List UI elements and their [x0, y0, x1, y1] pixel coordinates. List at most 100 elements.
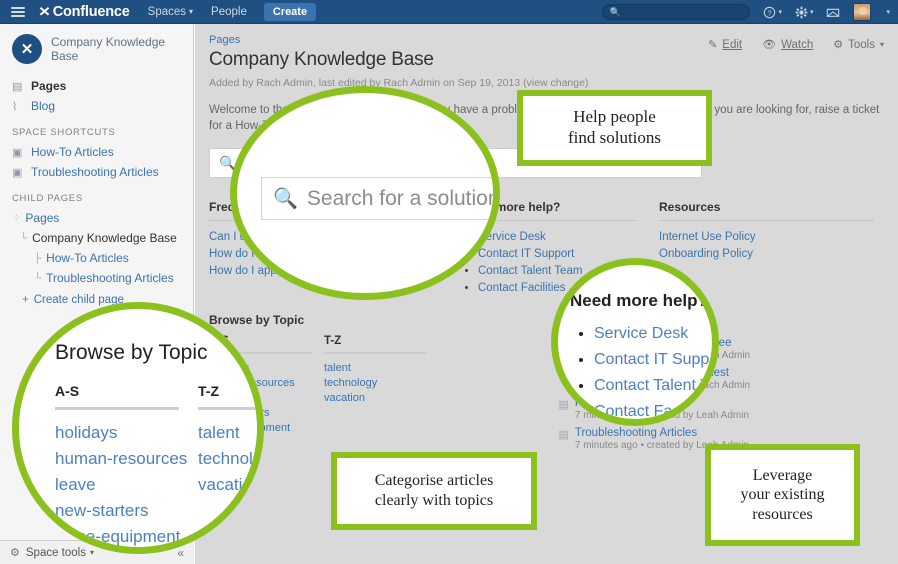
- child-pages-heading: CHILD PAGES: [12, 193, 83, 204]
- space-tools-label[interactable]: Space tools: [26, 547, 86, 559]
- topic-list-t-z: talent technology vacation: [324, 361, 439, 406]
- divider: [324, 352, 427, 354]
- list-item[interactable]: talent: [324, 361, 439, 376]
- nav-item-people[interactable]: People: [211, 6, 247, 18]
- gear-icon: ⚙: [833, 39, 844, 51]
- confluence-logo[interactable]: ✕ Confluence: [38, 3, 130, 20]
- divider: [209, 352, 312, 354]
- tree-branch-icon: └: [34, 272, 42, 284]
- chevron-down-icon[interactable]: ▾: [90, 548, 94, 557]
- confluence-logo-icon: ✕: [38, 3, 51, 19]
- list-item[interactable]: ▤ Printer flashes red 7 minutes ago • cr…: [558, 397, 884, 421]
- list-item[interactable]: holidays: [209, 361, 324, 376]
- chevron-down-icon: ▾: [189, 6, 194, 16]
- article-title[interactable]: Cannot create a leave request: [575, 367, 750, 379]
- topic-columns: A-S holidays human-resources leave new-s…: [209, 335, 540, 466]
- solution-search-box[interactable]: 🔍: [209, 148, 702, 178]
- list-item[interactable]: Contact Talent Team: [478, 263, 637, 280]
- nav-item-spaces[interactable]: Spaces ▾: [148, 6, 193, 18]
- need-more-help-list: Service Desk Contact IT Support Contact …: [463, 229, 637, 297]
- browse-by-topic-heading: Browse by Topic: [209, 313, 305, 327]
- tree-branch-icon: ├: [34, 252, 42, 264]
- nav-item-spaces-label: Spaces: [147, 5, 187, 18]
- list-item[interactable]: ▤ Troubleshooting Articles 7 minutes ago…: [558, 427, 884, 451]
- collapse-sidebar-icon[interactable]: «: [177, 546, 184, 560]
- solution-search-wrapper: 🔍: [209, 148, 884, 178]
- space-header[interactable]: ✕ Company Knowledge Base: [0, 24, 193, 76]
- page-icon: ▤: [558, 399, 569, 411]
- notifications-icon[interactable]: [826, 6, 840, 19]
- eye-icon: 👁: [762, 39, 777, 51]
- confluence-logo-text: Confluence: [52, 3, 130, 20]
- tree-item-pages[interactable]: ⁘ Pages: [0, 208, 193, 228]
- article-meta: 4 minutes ago • created by Rach Admin: [574, 380, 751, 391]
- list-item[interactable]: Contact IT Support: [478, 246, 637, 263]
- avatar-chevron-down-icon[interactable]: ▾: [884, 8, 890, 16]
- list-item[interactable]: Onboarding Policy: [659, 246, 874, 263]
- tree-item-troubleshooting-articles[interactable]: └ Troubleshooting Articles: [0, 268, 193, 288]
- article-title[interactable]: Printer flashes red: [575, 397, 749, 409]
- list-item[interactable]: policies: [209, 436, 324, 451]
- edit-button[interactable]: ✎ Edit: [708, 38, 742, 52]
- nav-item-people-label: People: [211, 5, 247, 18]
- article-meta: 7 minutes ago • created by Leah Admin: [574, 410, 750, 421]
- create-child-page-link[interactable]: + Create child page: [0, 288, 193, 309]
- page-title: Company Knowledge Base: [209, 49, 434, 70]
- list-item[interactable]: printer: [209, 451, 324, 466]
- svg-text:?: ?: [768, 9, 772, 17]
- user-avatar[interactable]: [853, 3, 872, 21]
- list-item[interactable]: Service Desk: [478, 229, 637, 246]
- sidebar-item-troubleshooting-articles[interactable]: ▣ Troubleshooting Articles: [0, 162, 193, 182]
- global-search-input[interactable]: [623, 6, 744, 18]
- list-item[interactable]: Internet Use Policy: [659, 229, 874, 246]
- plus-icon: +: [22, 294, 29, 306]
- solution-search-input[interactable]: [244, 154, 692, 172]
- recently-updated-articles-section: Recently Updated Articles ▤ How to induc…: [558, 313, 884, 466]
- page-icon: ▤: [558, 429, 569, 441]
- list-item[interactable]: ▤ How to induct a new employee 2 minutes…: [558, 337, 884, 361]
- sidebar-item-pages-label: Pages: [31, 79, 67, 93]
- need-more-help-column: Need more help? Service Desk Contact IT …: [463, 200, 659, 297]
- create-button[interactable]: Create: [263, 2, 317, 21]
- list-item[interactable]: vacation: [324, 391, 439, 406]
- sidebar-item-troubleshooting-articles-label: Troubleshooting Articles: [31, 165, 159, 179]
- topic-list-a-s: holidays human-resources leave new-start…: [209, 361, 324, 466]
- byline-text: Added by Rach Admin, last edited by Rach…: [209, 77, 458, 89]
- global-search-box[interactable]: 🔍: [602, 4, 751, 20]
- intro-paragraph: Welcome to the internal knowledge base. …: [209, 104, 880, 132]
- list-item[interactable]: human-resources: [209, 376, 324, 391]
- byline-date: Sep 19, 2013: [457, 77, 521, 89]
- topic-group-a-s-label: A-S: [209, 335, 229, 347]
- list-item[interactable]: How do I apply for leave?: [209, 263, 441, 280]
- list-item[interactable]: new-starters: [209, 406, 324, 421]
- view-change-link[interactable]: (view change): [523, 77, 588, 89]
- tree-item-company-knowledge-base[interactable]: └ Company Knowledge Base: [0, 228, 193, 248]
- list-item[interactable]: Can I use the internet at work?: [209, 229, 441, 246]
- page-icon: ▤: [558, 339, 569, 351]
- list-item[interactable]: office-equipment: [209, 421, 324, 436]
- page-actions: ✎ Edit 👁 Watch ⚙ Tools ▾: [688, 38, 884, 52]
- sidebar-item-blog[interactable]: ⌇ Blog: [0, 96, 193, 116]
- pencil-icon: ✎: [708, 39, 718, 51]
- sidebar-item-how-to-articles[interactable]: ▣ How-To Articles: [0, 142, 193, 162]
- gear-icon: ⚙: [10, 547, 20, 559]
- top-nav-right-group: 🔍 ? ▾ ▾ ▾: [602, 0, 890, 24]
- tools-button[interactable]: ⚙ Tools ▾: [833, 38, 884, 52]
- list-item[interactable]: leave: [209, 391, 324, 406]
- tree-item-how-to-articles[interactable]: ├ How-To Articles: [0, 248, 193, 268]
- article-title[interactable]: How to induct a new employee: [575, 337, 750, 349]
- article-meta: 7 minutes ago • created by Leah Admin: [574, 440, 750, 451]
- list-item[interactable]: technology: [324, 376, 439, 391]
- resources-heading: Resources: [659, 200, 721, 214]
- list-item[interactable]: How do I reset my password: [209, 246, 441, 263]
- help-icon[interactable]: ? ▾: [763, 6, 782, 19]
- gear-icon[interactable]: ▾: [795, 6, 813, 19]
- article-title[interactable]: Troubleshooting Articles: [575, 427, 749, 439]
- hamburger-menu-icon[interactable]: [11, 5, 25, 19]
- watch-button[interactable]: 👁 Watch: [762, 38, 813, 52]
- how-to-icon: ▣: [12, 146, 23, 159]
- list-item[interactable]: Contact Facilities: [478, 280, 637, 297]
- search-icon: 🔍: [219, 154, 237, 171]
- list-item[interactable]: ▤ Cannot create a leave request 4 minute…: [558, 367, 884, 391]
- sidebar-item-pages[interactable]: ▤ Pages: [0, 76, 193, 96]
